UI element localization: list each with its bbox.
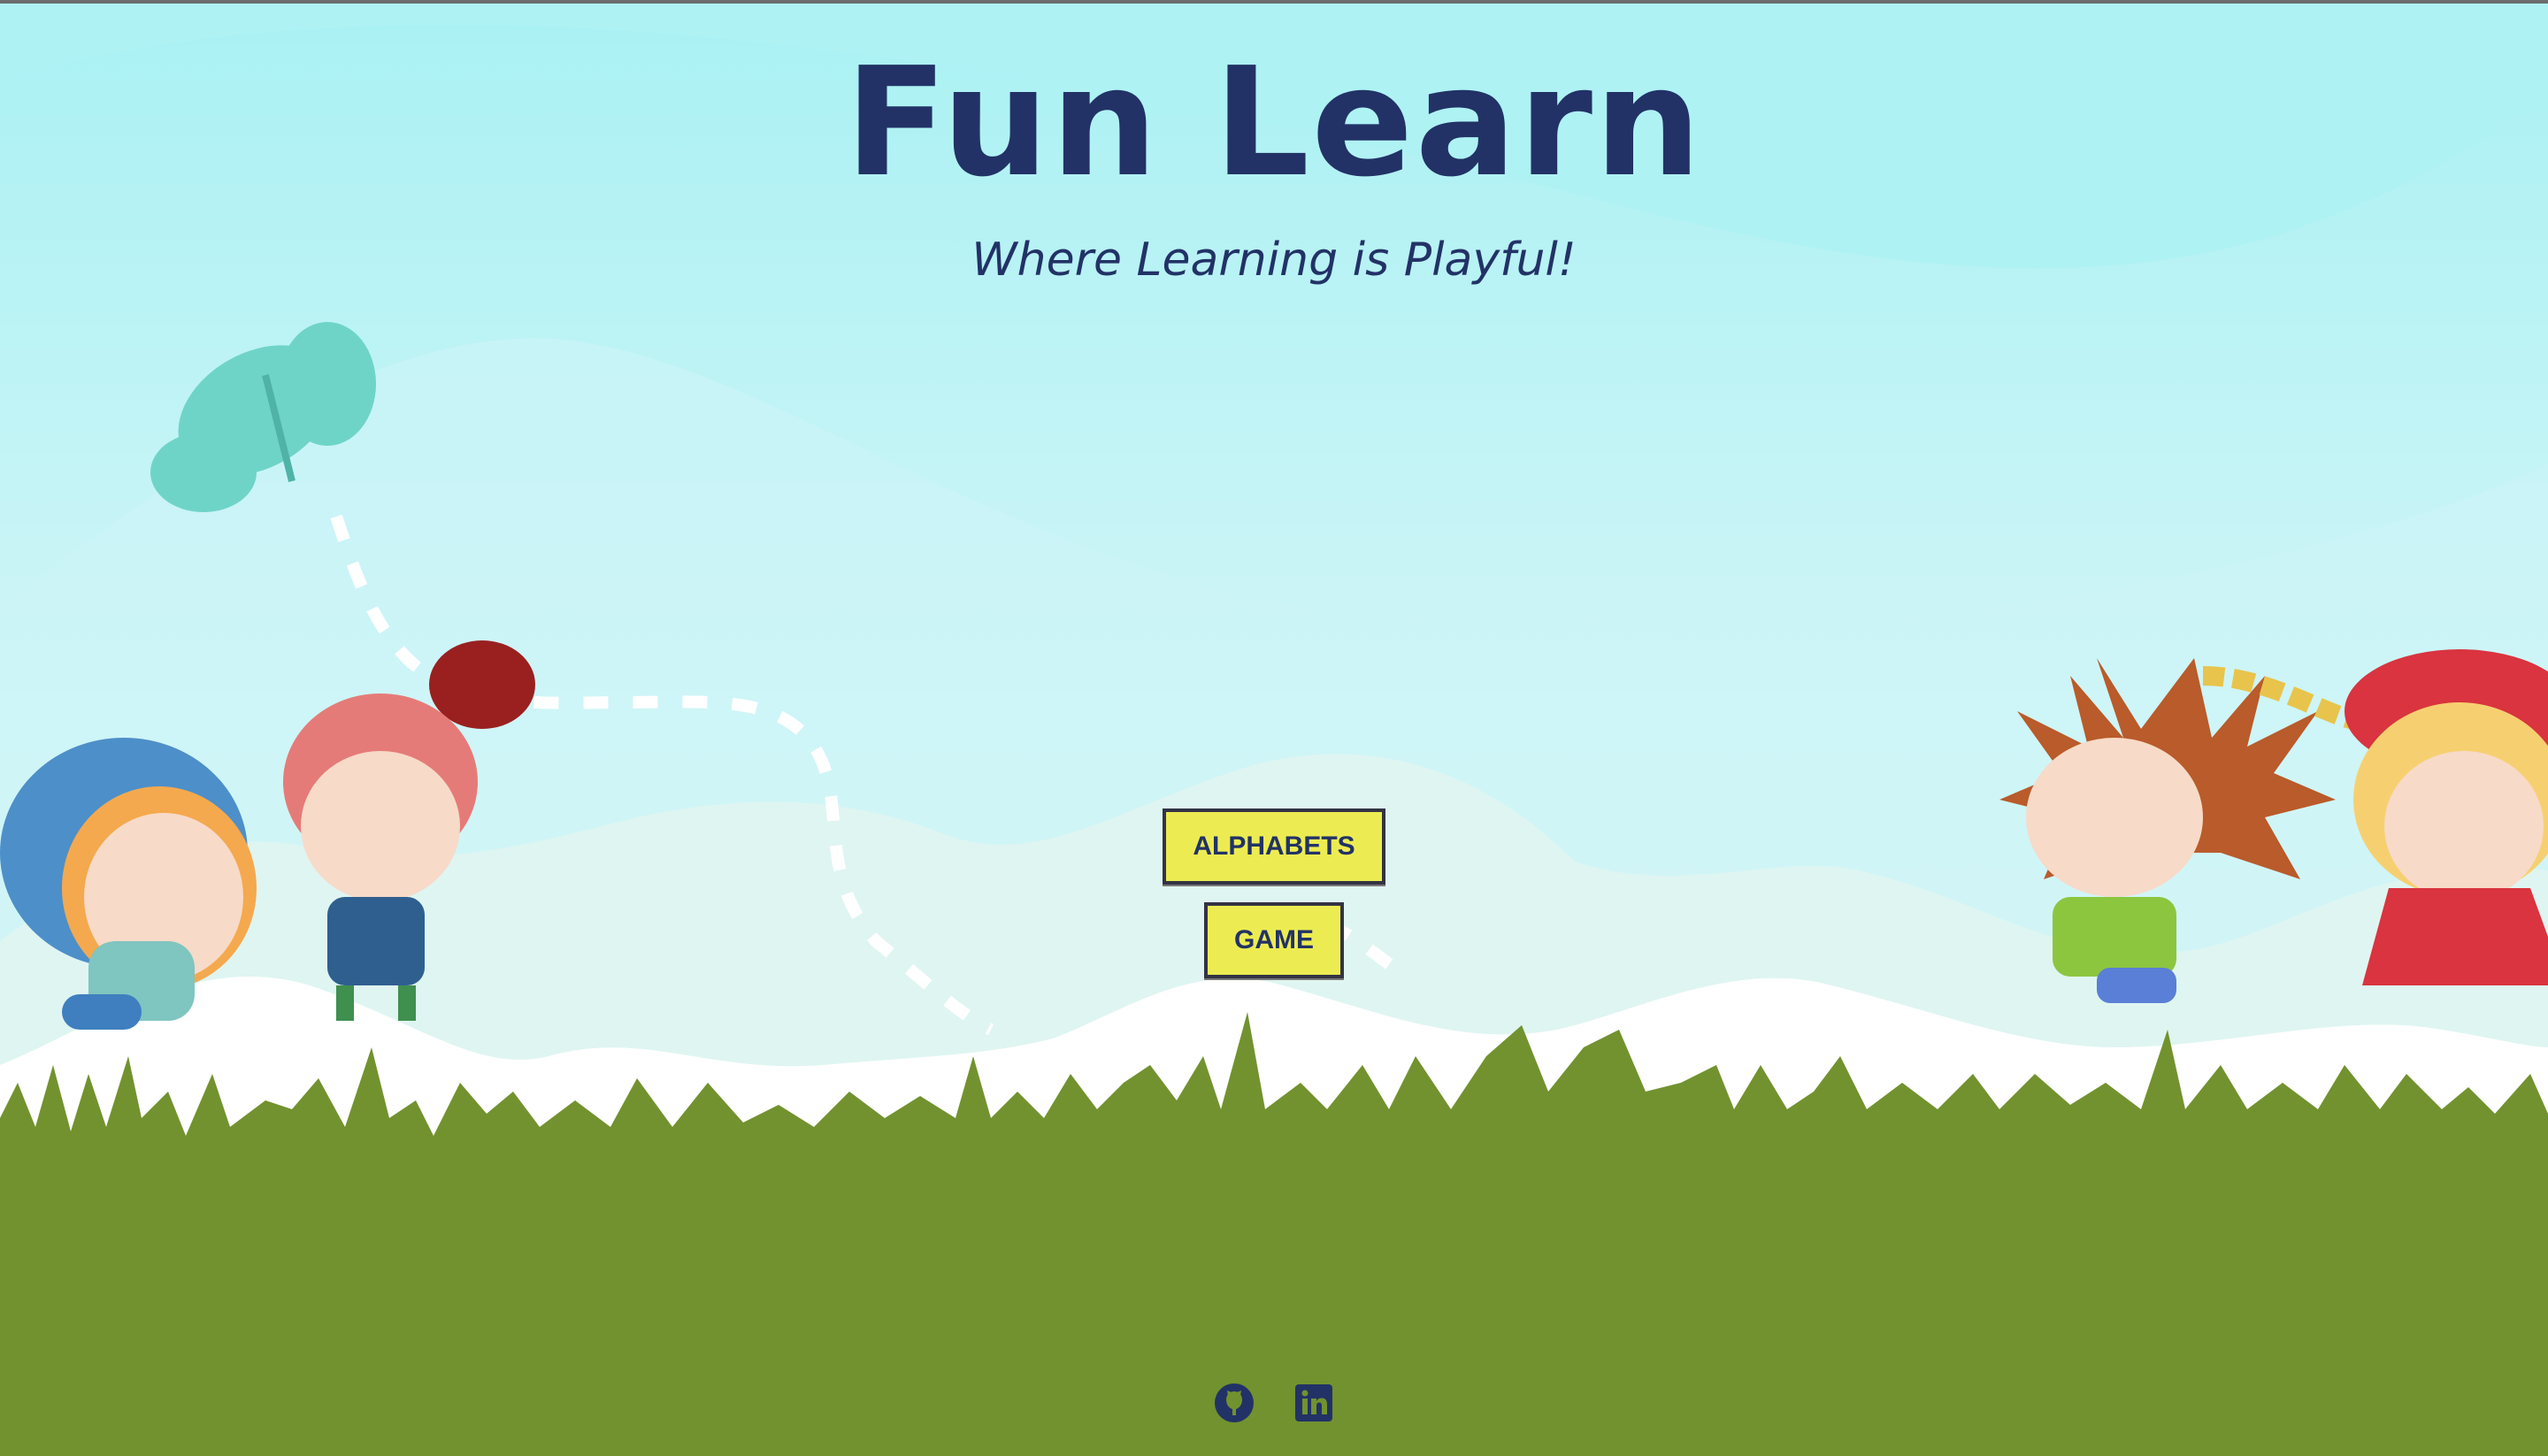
page: Fun Learn Where Learning is Playful! ALP… <box>0 0 2548 1456</box>
linkedin-icon[interactable] <box>1293 1382 1335 1424</box>
main-navigation: ALPHABETS GAME <box>0 808 2548 978</box>
page-title: Fun Learn <box>844 35 1704 211</box>
game-button[interactable]: GAME <box>1204 902 1344 978</box>
page-subtitle: Where Learning is Playful! <box>971 234 1577 287</box>
github-icon[interactable] <box>1213 1382 1255 1424</box>
social-links <box>0 1382 2548 1424</box>
alphabets-button[interactable]: ALPHABETS <box>1163 808 1385 885</box>
page-header: Fun Learn Where Learning is Playful! <box>0 48 2548 287</box>
